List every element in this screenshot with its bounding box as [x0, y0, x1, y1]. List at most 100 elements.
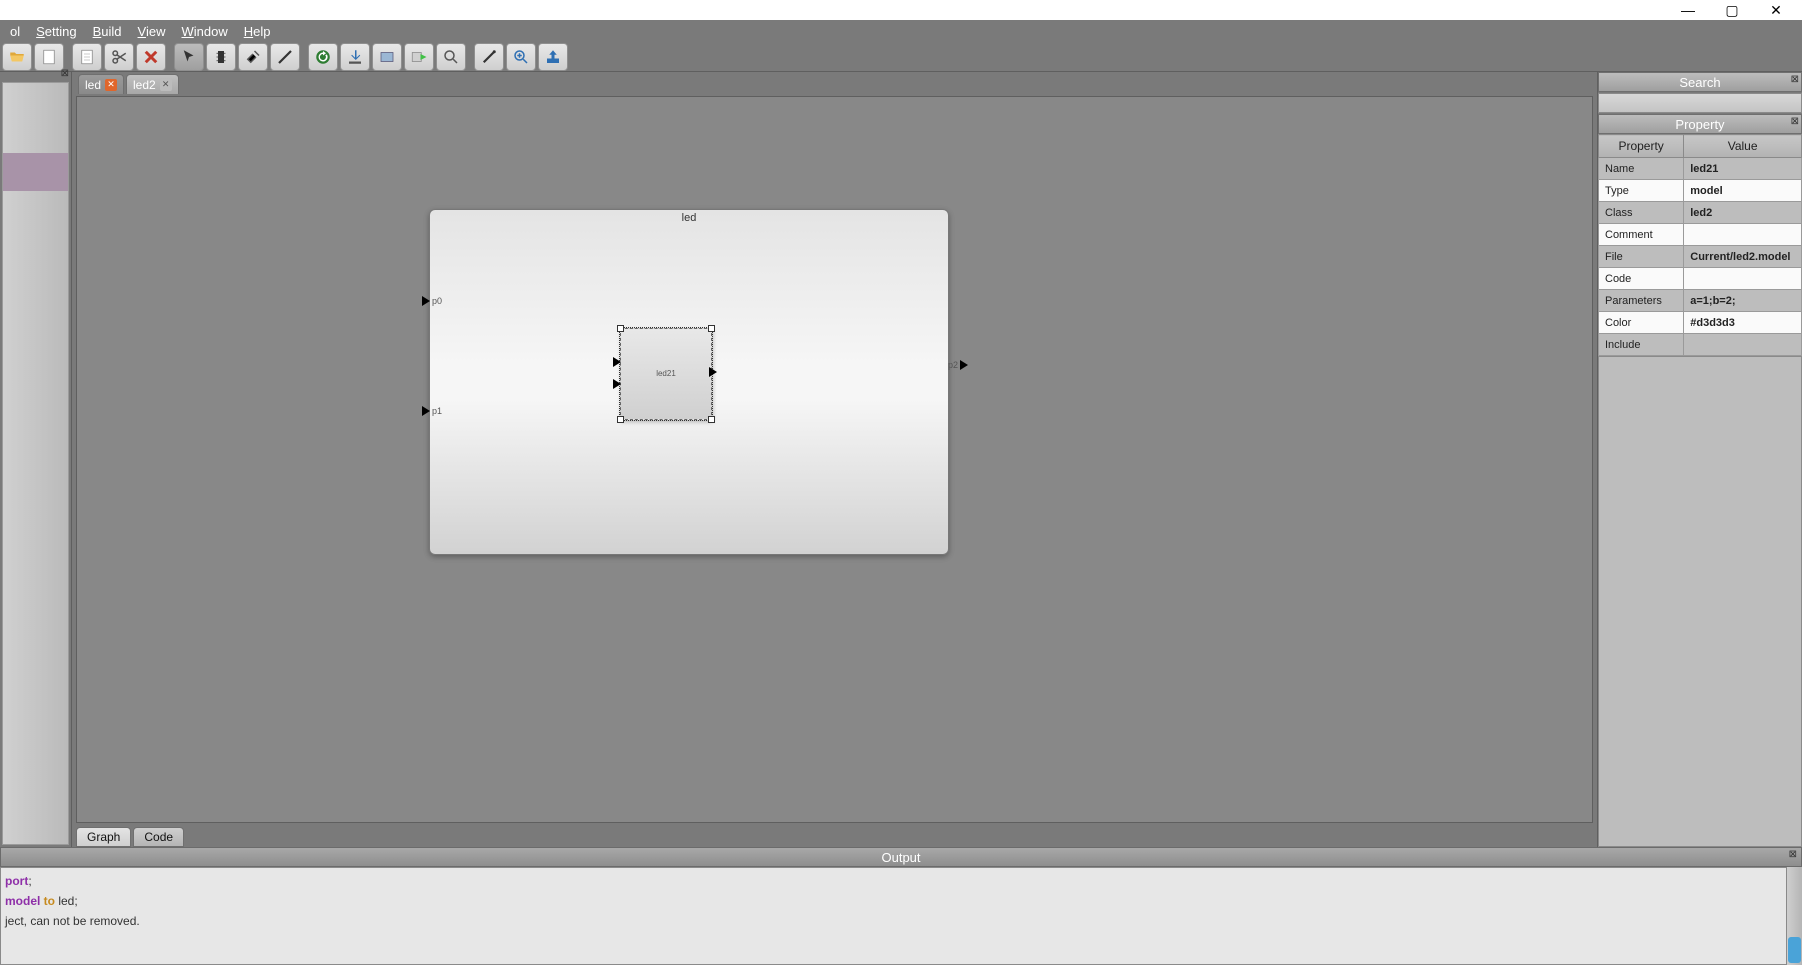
port-triangle-icon — [709, 367, 717, 377]
property-key: Class — [1599, 202, 1684, 224]
toolbar-doc-button[interactable] — [72, 43, 102, 71]
output-line: port; — [5, 874, 1797, 888]
toolbar-cut-button[interactable] — [104, 43, 134, 71]
property-row[interactable]: FileCurrent/led2.model — [1599, 246, 1802, 268]
property-value[interactable]: led21 — [1684, 158, 1802, 180]
toolbar-find-button[interactable] — [436, 43, 466, 71]
port-p2[interactable]: p2 — [948, 360, 958, 370]
small-port-out-0[interactable] — [709, 367, 719, 377]
resize-handle-br[interactable] — [708, 416, 715, 423]
toolbar-wand-button[interactable] — [474, 43, 504, 71]
property-value[interactable]: a=1;b=2; — [1684, 290, 1802, 312]
left-panel: ⊠ — [0, 72, 72, 847]
block-led[interactable]: led p0 p1 p2 — [429, 209, 949, 555]
tab-close-icon[interactable]: ✕ — [105, 79, 117, 91]
property-row[interactable]: Parametersa=1;b=2; — [1599, 290, 1802, 312]
toolbar-device-button[interactable] — [206, 43, 236, 71]
tab-code[interactable]: Code — [133, 827, 184, 847]
download-icon — [346, 48, 364, 66]
diagram-canvas[interactable]: led p0 p1 p2 — [76, 96, 1593, 823]
property-value[interactable] — [1684, 334, 1802, 356]
close-icon[interactable]: ⊠ — [1789, 849, 1797, 860]
output-body[interactable]: port; model to led; ject, can not be rem… — [0, 867, 1802, 965]
property-row[interactable]: Nameled21 — [1599, 158, 1802, 180]
port-triangle-icon — [422, 406, 430, 416]
property-row[interactable]: Code — [1599, 268, 1802, 290]
toolbar-download-button[interactable] — [340, 43, 370, 71]
resize-handle-bl[interactable] — [617, 416, 624, 423]
menu-help[interactable]: Help — [236, 22, 279, 41]
tab-graph[interactable]: Graph — [76, 827, 131, 847]
menu-window[interactable]: Window — [173, 22, 235, 41]
toolbar-delete-button[interactable] — [136, 43, 166, 71]
property-value[interactable]: led2 — [1684, 202, 1802, 224]
property-key: Include — [1599, 334, 1684, 356]
property-row[interactable]: Classled2 — [1599, 202, 1802, 224]
menu-setting[interactable]: Setting — [28, 22, 84, 41]
toolbar-pointer-button[interactable] — [174, 43, 204, 71]
menu-ol[interactable]: ol — [2, 22, 28, 41]
property-value[interactable]: model — [1684, 180, 1802, 202]
tab-led2[interactable]: led2 ✕ — [126, 74, 179, 94]
toolbar-new-button[interactable] — [34, 43, 64, 71]
toolbar-erase-button[interactable] — [270, 43, 300, 71]
output-line: ject, can not be removed. — [5, 914, 1797, 928]
toolbar-open-button[interactable] — [2, 43, 32, 71]
window-maximize-button[interactable]: ▢ — [1710, 0, 1754, 20]
broom-icon — [244, 48, 262, 66]
small-port-in-0[interactable] — [613, 357, 623, 367]
scrollbar-thumb[interactable] — [1788, 937, 1801, 963]
line-icon — [276, 48, 294, 66]
value-column-header: Value — [1684, 135, 1802, 158]
toolbar-clean-button[interactable] — [238, 43, 268, 71]
property-row[interactable]: Typemodel — [1599, 180, 1802, 202]
close-icon[interactable]: ⊠ — [61, 68, 69, 79]
output-line: model to led; — [5, 894, 1797, 908]
toolbar-export-button[interactable] — [538, 43, 568, 71]
toolbar-run-button[interactable] — [404, 43, 434, 71]
left-panel-body[interactable] — [2, 82, 69, 845]
window-titlebar: — ▢ ✕ — [0, 0, 1802, 20]
x-icon — [142, 48, 160, 66]
property-row[interactable]: Include — [1599, 334, 1802, 356]
port-p1[interactable]: p1 — [422, 406, 432, 416]
window-close-button[interactable]: ✕ — [1754, 0, 1798, 20]
tab-close-icon[interactable]: ✕ — [160, 79, 172, 91]
close-icon[interactable]: ⊠ — [1791, 74, 1799, 85]
property-row[interactable]: Comment — [1599, 224, 1802, 246]
resize-handle-tr[interactable] — [708, 325, 715, 332]
property-key: Color — [1599, 312, 1684, 334]
output-scrollbar[interactable] — [1786, 867, 1802, 965]
property-value[interactable]: #d3d3d3 — [1684, 312, 1802, 334]
property-row[interactable]: Color#d3d3d3 — [1599, 312, 1802, 334]
panel-title: Output — [881, 850, 920, 865]
menu-view[interactable]: View — [130, 22, 174, 41]
property-value[interactable] — [1684, 268, 1802, 290]
folder-open-icon — [8, 48, 26, 66]
window-minimize-button[interactable]: — — [1666, 0, 1710, 20]
export-icon — [544, 48, 562, 66]
small-port-in-1[interactable] — [613, 379, 623, 389]
play-icon — [410, 48, 428, 66]
toolbar-rect-button[interactable] — [372, 43, 402, 71]
port-label: p0 — [432, 296, 442, 306]
tab-label: led2 — [133, 78, 156, 92]
property-panel-filler — [1598, 356, 1802, 847]
tab-led[interactable]: led ✕ — [78, 74, 124, 94]
property-table: Property Value Nameled21TypemodelClassle… — [1598, 134, 1802, 356]
property-value[interactable] — [1684, 224, 1802, 246]
block-title: led21 — [621, 369, 711, 378]
property-key: File — [1599, 246, 1684, 268]
port-triangle-icon — [613, 357, 621, 367]
search-input[interactable] — [1598, 93, 1802, 113]
property-value[interactable]: Current/led2.model — [1684, 246, 1802, 268]
menu-build[interactable]: Build — [85, 22, 130, 41]
toolbar — [0, 42, 1802, 72]
block-led21[interactable]: led21 — [620, 328, 712, 420]
toolbar-refresh-button[interactable] — [308, 43, 338, 71]
close-icon[interactable]: ⊠ — [1791, 116, 1799, 127]
resize-handle-tl[interactable] — [617, 325, 624, 332]
toolbar-zoomplus-button[interactable] — [506, 43, 536, 71]
port-p0[interactable]: p0 — [422, 296, 432, 306]
left-panel-selection[interactable] — [3, 153, 68, 191]
